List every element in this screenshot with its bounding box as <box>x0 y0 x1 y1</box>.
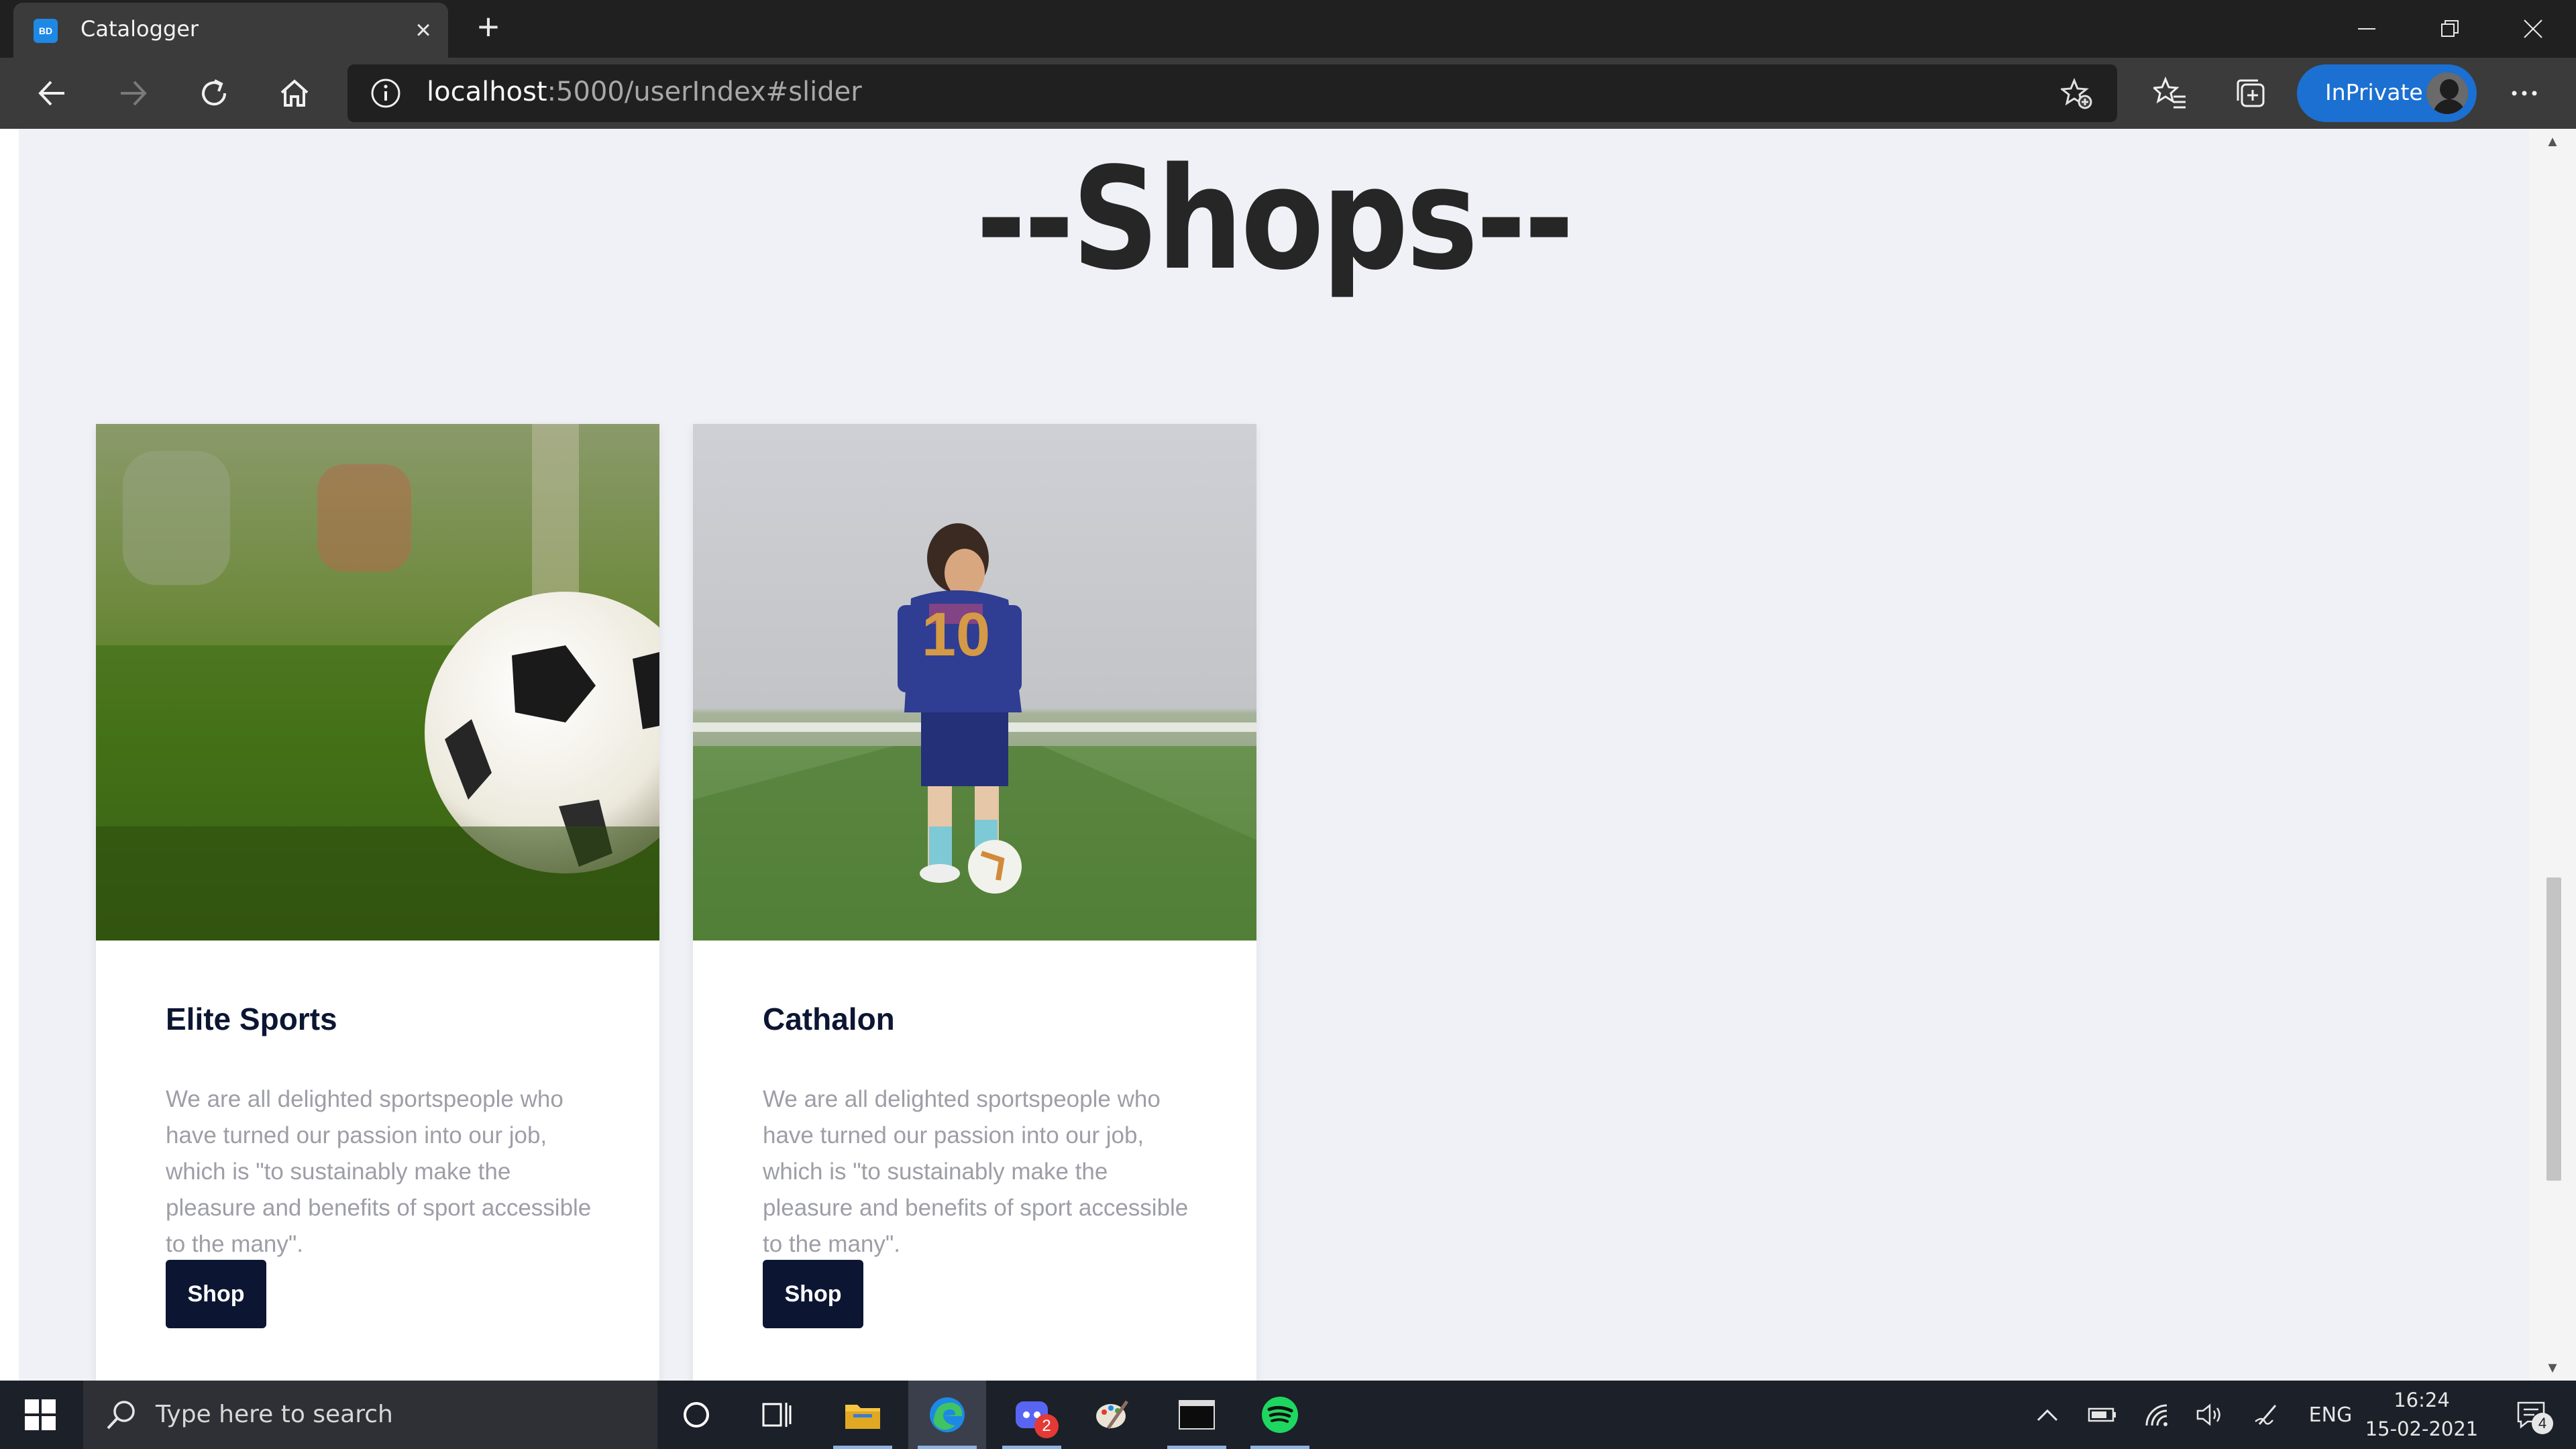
profile-avatar <box>2424 70 2470 116</box>
clock-time: 16:24 <box>2394 1389 2450 1411</box>
shop-card-elite-sports: Elite Sports We are all delighted sports… <box>96 424 659 1381</box>
address-bar[interactable]: localhost:5000/userIndex#slider <box>347 64 2117 122</box>
page-scrollbar[interactable]: ▲ ▼ <box>2529 129 2576 1381</box>
minimize-icon[interactable] <box>2325 0 2408 58</box>
home-icon[interactable] <box>271 70 318 117</box>
add-favorite-icon[interactable] <box>2059 78 2093 110</box>
shops-heading: --Shops-- <box>975 137 1574 301</box>
info-icon[interactable] <box>370 78 401 109</box>
shop-image-soccer-ball <box>96 424 659 941</box>
avatar-body <box>2433 99 2465 114</box>
back-icon[interactable] <box>28 70 75 117</box>
new-tab-icon[interactable]: + <box>470 8 507 47</box>
notifications-icon[interactable]: 4 <box>2501 1381 2561 1449</box>
inprivate-label: InPrivate <box>2325 79 2423 105</box>
file-explorer-icon[interactable] <box>824 1381 902 1449</box>
discord-icon[interactable]: 2 <box>993 1381 1071 1449</box>
more-icon[interactable] <box>2501 70 2548 117</box>
edge-browser-icon[interactable] <box>908 1381 986 1449</box>
close-window-icon[interactable] <box>2491 0 2575 58</box>
forward-icon[interactable] <box>110 70 157 117</box>
scrollbar-thumb[interactable] <box>2546 877 2561 1181</box>
shop-card-title: Elite Sports <box>166 1002 337 1036</box>
tab-title: Catalogger <box>80 16 199 42</box>
language-label: ENG <box>2308 1403 2353 1427</box>
url-path: :5000/userIndex#slider <box>547 76 862 107</box>
taskbar-search-box[interactable]: Type here to search <box>83 1381 657 1449</box>
search-icon <box>105 1398 138 1432</box>
pen-ink-icon[interactable] <box>2247 1381 2288 1449</box>
discord-badge: 2 <box>1034 1414 1059 1438</box>
shop-button[interactable]: Shop <box>166 1260 266 1328</box>
refresh-icon[interactable] <box>191 70 237 117</box>
notification-count-badge: 4 <box>2532 1413 2553 1434</box>
shops-section: --Shops-- Elite Sports We are all deligh… <box>19 129 2529 1381</box>
task-view-icon[interactable] <box>738 1381 816 1449</box>
terminal-icon[interactable] <box>1158 1381 1236 1449</box>
svg-text:10: 10 <box>922 600 990 669</box>
clock-date: 15-02-2021 <box>2365 1417 2479 1440</box>
browser-toolbar: localhost:5000/userIndex#slider InPrivat… <box>0 58 2576 129</box>
wifi-icon[interactable] <box>2137 1381 2178 1449</box>
windows-taskbar: Type here to search 2 ENG 16:24 15-02-20… <box>0 1381 2576 1449</box>
browser-titlebar: BD Catalogger × + <box>0 0 2576 58</box>
shop-image-kid-footballer: 10 <box>693 424 1256 941</box>
cortana-icon[interactable] <box>657 1381 735 1449</box>
shop-card-title: Cathalon <box>763 1002 895 1036</box>
tab-favicon: BD <box>34 19 58 43</box>
shop-card-description: We are all delighted sportspeople who ha… <box>166 1086 592 1257</box>
shop-button[interactable]: Shop <box>763 1260 863 1328</box>
volume-icon[interactable] <box>2190 1381 2230 1449</box>
collections-icon[interactable] <box>2227 70 2274 117</box>
page-viewport: --Shops-- Elite Sports We are all deligh… <box>0 129 2576 1381</box>
scroll-down-icon[interactable]: ▼ <box>2544 1359 2561 1377</box>
avatar-head <box>2440 79 2459 99</box>
windows-start-icon[interactable] <box>0 1381 80 1449</box>
url-text[interactable]: localhost:5000/userIndex#slider <box>427 76 862 107</box>
scroll-up-icon[interactable]: ▲ <box>2544 133 2561 150</box>
browser-tab[interactable]: BD Catalogger × <box>13 3 448 58</box>
shop-card-description: We are all delighted sportspeople who ha… <box>763 1086 1189 1257</box>
battery-icon[interactable] <box>2082 1381 2123 1449</box>
system-clock[interactable]: 16:24 15-02-2021 <box>2361 1386 2482 1444</box>
paint-icon[interactable] <box>1073 1381 1151 1449</box>
favorites-icon[interactable] <box>2147 70 2194 117</box>
input-language[interactable]: ENG <box>2302 1381 2359 1449</box>
tab-close-icon[interactable]: × <box>407 13 440 47</box>
shop-card-cathalon: 10 Cathalon We are all delighted sportsp… <box>693 424 1256 1381</box>
search-placeholder: Type here to search <box>156 1401 393 1428</box>
url-host: localhost <box>427 76 547 107</box>
spotify-icon[interactable] <box>1241 1381 1319 1449</box>
show-hidden-icons-icon[interactable] <box>2029 1381 2066 1449</box>
restore-icon[interactable] <box>2408 0 2491 58</box>
inprivate-button[interactable]: InPrivate <box>2297 64 2477 122</box>
